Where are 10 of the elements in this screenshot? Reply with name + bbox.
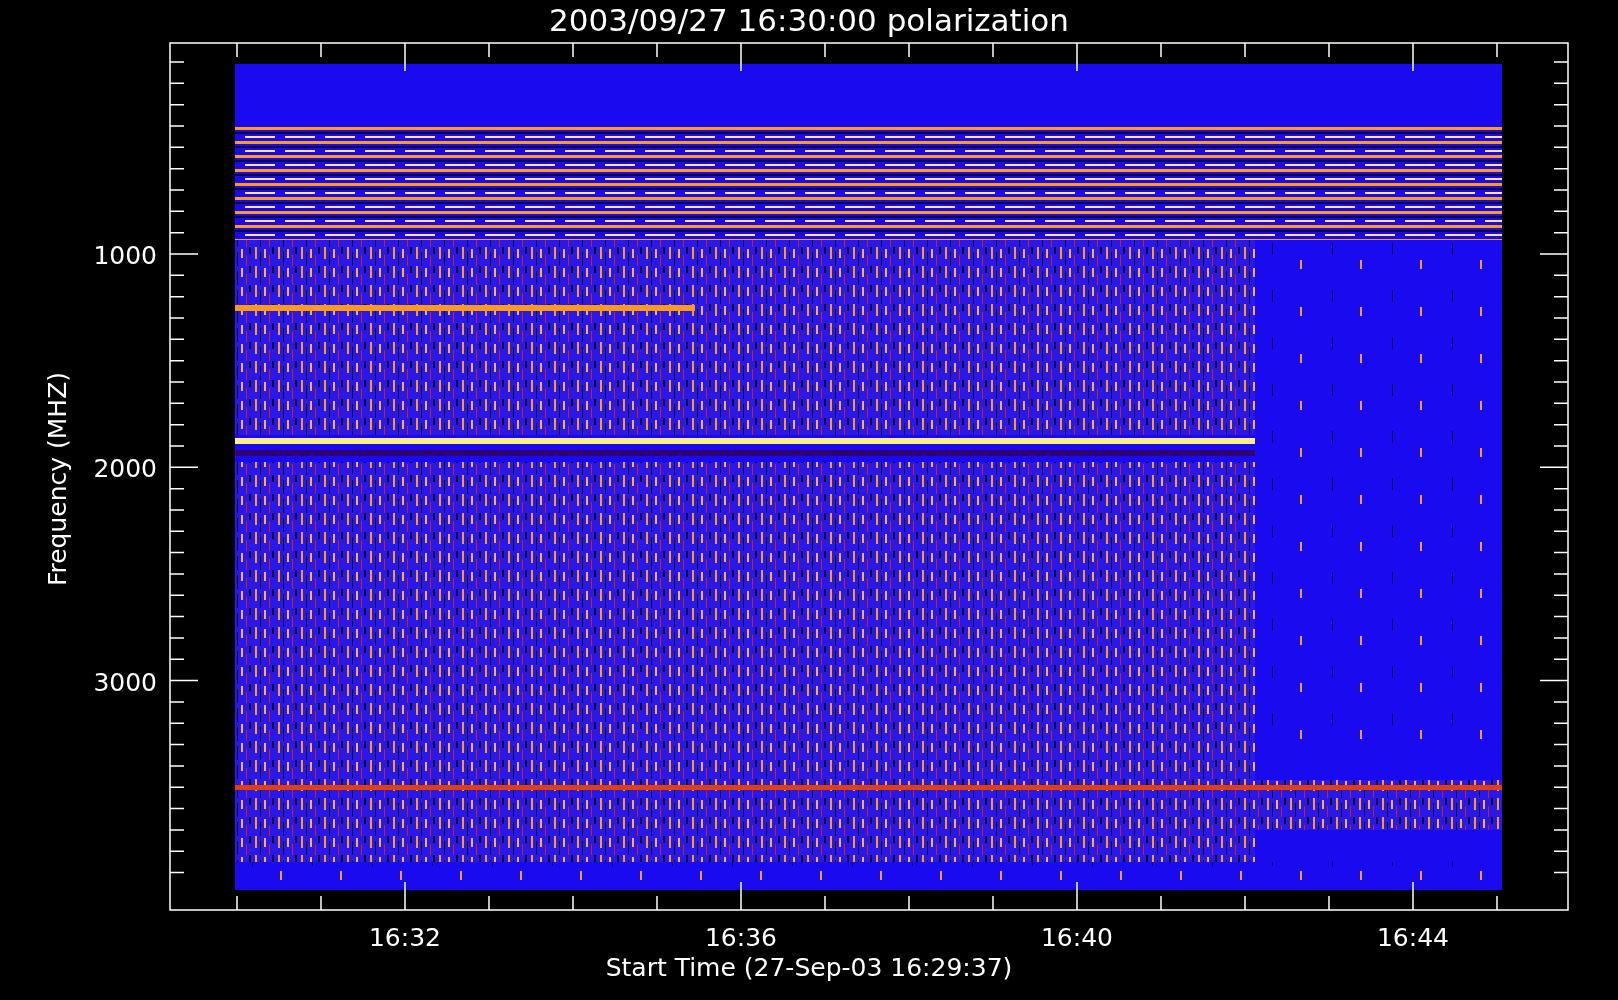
- axis-title: Frequency (MHZ): [43, 371, 72, 587]
- tick-label: 16:44: [1377, 923, 1449, 952]
- tick-label: 16:32: [369, 923, 441, 952]
- tick-label: 2000: [93, 454, 157, 484]
- tick-label: 1000: [93, 241, 157, 270]
- axis-title: Start Time (27-Sep-03 16:29:37): [605, 953, 1013, 982]
- tick-label: 3000: [93, 667, 157, 697]
- tick-label: 16:40: [1041, 923, 1113, 952]
- tick-label: 16:36: [705, 923, 777, 952]
- chart-title: 2003/09/27 16:30:00 polarization: [549, 2, 1069, 38]
